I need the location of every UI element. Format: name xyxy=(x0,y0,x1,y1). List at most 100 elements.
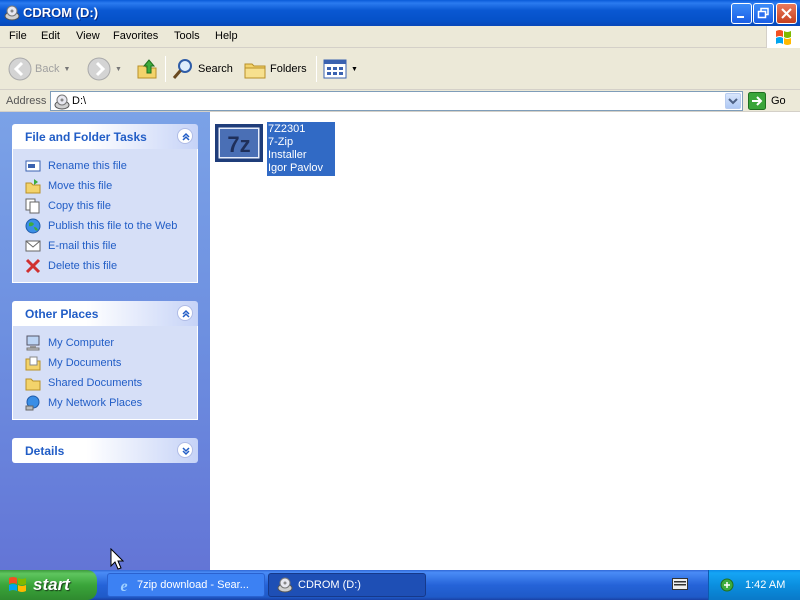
task-copy[interactable]: Copy this file xyxy=(25,196,197,216)
collapse-button[interactable] xyxy=(177,128,193,144)
search-button[interactable]: Search xyxy=(171,55,233,83)
file-folder-tasks-panel: File and Folder Tasks Rename this file M… xyxy=(12,124,198,283)
forward-button[interactable]: ▼ xyxy=(87,55,122,83)
search-icon xyxy=(172,59,192,79)
address-label: Address xyxy=(6,95,47,107)
task-delete[interactable]: Delete this file xyxy=(25,256,197,276)
back-label: Back xyxy=(35,63,60,75)
place-label: Shared Documents xyxy=(48,377,143,389)
clock[interactable]: 1:42 AM xyxy=(745,579,785,591)
file-item[interactable]: 7z 7Z2301 7-Zip Installer Igor Pavlov xyxy=(215,122,335,176)
views-dropdown-icon[interactable]: ▼ xyxy=(351,66,358,73)
mouse-cursor-icon xyxy=(110,548,124,570)
file-name: 7Z2301 xyxy=(268,123,306,135)
task-label: Rename this file xyxy=(48,160,127,172)
internet-explorer-icon: e xyxy=(120,578,127,593)
network-tray-icon[interactable] xyxy=(719,577,735,593)
close-button[interactable] xyxy=(776,3,797,24)
views-button[interactable]: ▼ xyxy=(323,55,358,83)
file-label: 7Z2301 7-Zip Installer Igor Pavlov xyxy=(267,122,335,176)
menu-edit[interactable]: Edit xyxy=(41,30,60,42)
task-label: E-mail this file xyxy=(48,240,117,252)
details-panel: Details xyxy=(12,438,198,463)
collapse-button[interactable] xyxy=(177,305,193,321)
menu-view[interactable]: View xyxy=(76,30,100,42)
task-rename[interactable]: Rename this file xyxy=(25,156,197,176)
address-bar: Address D:\ Go xyxy=(0,90,800,112)
start-button[interactable]: start xyxy=(0,570,97,600)
rename-icon xyxy=(25,160,41,172)
folders-label: Folders xyxy=(270,63,307,75)
menu-bar: File Edit View Favorites Tools Help xyxy=(0,26,800,48)
task-pane: File and Folder Tasks Rename this file M… xyxy=(0,112,210,570)
copy-icon xyxy=(25,198,40,214)
computer-icon xyxy=(26,335,40,351)
back-arrow-icon xyxy=(8,57,32,81)
restore-icon xyxy=(757,7,769,19)
panel-header[interactable]: File and Folder Tasks xyxy=(12,124,198,149)
forward-dropdown-icon[interactable]: ▼ xyxy=(115,66,122,73)
up-folder-button[interactable] xyxy=(136,55,160,83)
window-title: CDROM (D:) xyxy=(23,5,99,20)
start-label: start xyxy=(33,575,70,594)
file-list-area[interactable]: 7z 7Z2301 7-Zip Installer Igor Pavlov xyxy=(210,112,800,570)
back-button[interactable]: Back ▼ xyxy=(8,55,70,83)
toolbar-separator xyxy=(165,56,166,82)
minimize-button[interactable] xyxy=(731,3,752,24)
address-dropdown-button[interactable] xyxy=(725,93,741,109)
cd-drive-icon xyxy=(4,5,20,21)
place-my-computer[interactable]: My Computer xyxy=(25,333,197,353)
go-arrow-icon xyxy=(748,92,766,110)
email-icon xyxy=(25,240,41,252)
forward-arrow-icon xyxy=(87,57,111,81)
folders-button[interactable]: Folders xyxy=(243,55,307,83)
toolbar: Back ▼ ▼ Search Folders ▼ xyxy=(0,48,800,90)
place-my-documents[interactable]: My Documents xyxy=(25,353,197,373)
search-label: Search xyxy=(198,63,233,75)
delete-x-icon xyxy=(25,258,41,274)
other-places-panel: Other Places My Computer My Documents Sh… xyxy=(12,301,198,420)
cd-drive-icon xyxy=(277,577,293,593)
network-icon xyxy=(25,395,40,411)
documents-folder-icon xyxy=(25,356,41,371)
taskbar: start e 7zip download - Sear... CDROM (D… xyxy=(0,570,800,600)
up-folder-icon xyxy=(137,59,157,79)
back-dropdown-icon[interactable]: ▼ xyxy=(63,66,70,73)
menu-favorites[interactable]: Favorites xyxy=(113,30,158,42)
taskbar-button-cdrom[interactable]: CDROM (D:) xyxy=(268,573,426,597)
chevron-down-double-icon xyxy=(182,447,190,456)
panel-title: File and Folder Tasks xyxy=(25,130,147,144)
toolbar-separator xyxy=(316,56,317,82)
chevron-down-icon xyxy=(728,98,738,105)
place-shared-documents[interactable]: Shared Documents xyxy=(25,373,197,393)
place-label: My Network Places xyxy=(48,397,143,409)
panel-body: Rename this file Move this file Copy thi… xyxy=(12,149,198,283)
task-publish[interactable]: Publish this file to the Web xyxy=(25,216,197,236)
expand-button[interactable] xyxy=(177,442,193,458)
address-input[interactable]: D:\ xyxy=(50,91,743,111)
windows-flag-icon xyxy=(776,30,791,45)
menu-tools[interactable]: Tools xyxy=(174,30,200,42)
go-button[interactable]: Go xyxy=(748,92,786,110)
title-bar[interactable]: CDROM (D:) xyxy=(0,0,800,26)
keyboard-icon[interactable] xyxy=(672,578,688,590)
restore-button[interactable] xyxy=(753,3,774,24)
panel-header[interactable]: Other Places xyxy=(12,301,198,326)
task-label: Move this file xyxy=(48,180,113,192)
taskbar-button-label: CDROM (D:) xyxy=(298,579,361,591)
task-label: Publish this file to the Web xyxy=(48,220,178,232)
panel-title: Details xyxy=(25,444,65,458)
task-label: Copy this file xyxy=(48,200,111,212)
taskbar-button-browser[interactable]: e 7zip download - Sear... xyxy=(107,573,265,597)
task-move[interactable]: Move this file xyxy=(25,176,197,196)
place-network-places[interactable]: My Network Places xyxy=(25,393,197,413)
task-email[interactable]: E-mail this file xyxy=(25,236,197,256)
panel-header[interactable]: Details xyxy=(12,438,198,463)
shared-folder-icon xyxy=(25,378,41,391)
address-value: D:\ xyxy=(72,95,87,107)
panel-title: Other Places xyxy=(25,307,99,321)
menu-file[interactable]: File xyxy=(9,30,27,42)
globe-icon xyxy=(25,218,41,234)
folders-icon xyxy=(244,63,266,79)
menu-help[interactable]: Help xyxy=(215,30,238,42)
